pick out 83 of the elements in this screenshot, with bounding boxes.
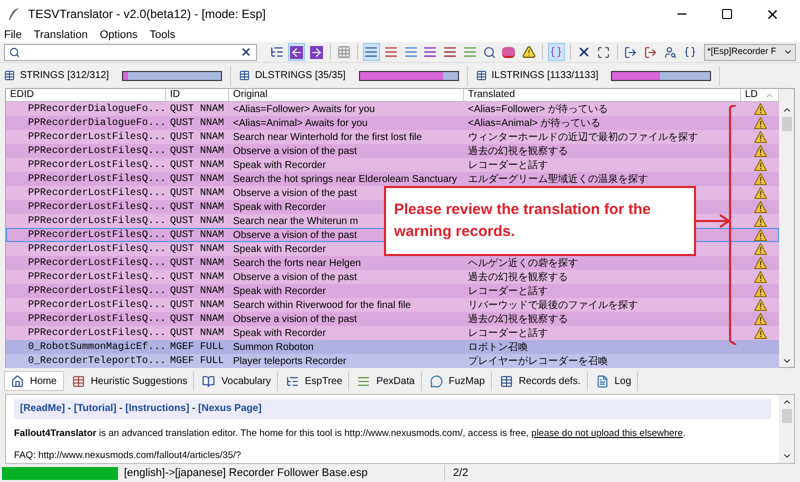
table-cell: 過去の幻視を観察する xyxy=(468,314,568,324)
table-cell: QUST NNAM xyxy=(170,174,224,184)
table-cell: PPRecorderLostFilesQ... xyxy=(28,300,166,310)
table-cell: Search the hot springs near Elderoleam Sanctuary xyxy=(233,174,458,184)
strings-label: ILSTRINGS [1133/1133] xyxy=(492,69,598,83)
table-cell: PPRecorderLostFilesQ... xyxy=(28,160,166,170)
table-cell: プレイヤーがレコーダーを召喚 xyxy=(468,356,608,366)
status-file: [english]->[japanese] Recorder Follower Base.esp xyxy=(124,466,369,481)
status-count: 2/2 xyxy=(444,464,484,482)
table-cell: <Alias=Follower> Awaits for you xyxy=(233,104,375,114)
table-cell: PPRecorderLostFilesQ... xyxy=(28,286,166,296)
table-cell: QUST NNAM xyxy=(170,300,224,310)
table-cell: Observe a vision of the past xyxy=(233,314,357,324)
table-cell: QUST NNAM xyxy=(170,104,224,114)
table-cell: PPRecorderLostFilesQ... xyxy=(28,216,166,226)
separator-text: - xyxy=(66,402,72,416)
separator-text: - xyxy=(191,402,196,416)
table-cell: QUST NNAM xyxy=(170,202,224,212)
table-cell: PPRecorderDialogueFo... xyxy=(28,118,166,128)
table-cell: PPRecorderLostFilesQ... xyxy=(28,328,166,338)
table-cell: QUST NNAM xyxy=(170,244,224,254)
table-cell: Observe a vision of the past xyxy=(233,188,357,198)
table-cell: QUST NNAM xyxy=(170,230,224,240)
table-cell: Search near Winterhold for the first lost file xyxy=(233,132,422,142)
strings-label: STRINGS [312/312] xyxy=(20,69,109,83)
table-cell: PPRecorderLostFilesQ... xyxy=(28,244,166,254)
table-cell: PPRecorderLostFilesQ... xyxy=(28,272,166,282)
table-cell: 0_RecorderTeleportTo... xyxy=(28,356,166,366)
table-cell: Search within Riverwood for the final file xyxy=(233,300,411,310)
table-cell: Observe a vision of the past xyxy=(233,230,357,240)
table-cell: ヘルゲン近くの砦を探す xyxy=(468,258,578,268)
table-cell: Observe a vision of the past xyxy=(233,146,357,156)
annotation-text: Please review the translation for the warning records. xyxy=(394,200,652,242)
table-cell: PPRecorderLostFilesQ... xyxy=(28,132,166,142)
table-cell: ロボトン召喚 xyxy=(468,342,528,352)
table-cell: Search near the Whiterun m xyxy=(233,216,358,226)
table-cell: QUST NNAM xyxy=(170,328,224,338)
table-cell: QUST NNAM xyxy=(170,146,224,156)
table-cell: レコーダーと話す xyxy=(468,328,548,338)
table-cell: <Alias=Follower> が待っている xyxy=(468,104,608,114)
table-cell: Player teleports Recorder xyxy=(233,356,346,366)
table-cell: MGEF FULL xyxy=(170,342,224,352)
faq-text: FAQ: http://www.nexusmods.com/fallout4/articles/35/? xyxy=(14,448,242,463)
table-cell: <Alias=Animal> が待っている xyxy=(468,118,601,128)
table-cell: PPRecorderLostFilesQ... xyxy=(28,258,166,268)
table-cell: QUST NNAM xyxy=(170,286,224,296)
table-cell: PPRecorderLostFilesQ... xyxy=(28,174,166,184)
table-cell: リバーウッドで最後のファイルを探す xyxy=(468,300,638,310)
table-cell: Observe a vision of the past xyxy=(233,272,357,282)
table-cell: QUST NNAM xyxy=(170,160,224,170)
table-cell: Speak with Recorder xyxy=(233,160,326,170)
table-cell: Speak with Recorder xyxy=(233,328,326,338)
table-cell: PPRecorderLostFilesQ... xyxy=(28,230,166,240)
table-cell: MGEF FULL xyxy=(170,356,224,366)
table-cell: PPRecorderDialogueFo... xyxy=(28,104,166,114)
table-cell: レコーダーと話す xyxy=(468,160,548,170)
table-cell: QUST NNAM xyxy=(170,132,224,142)
intro-paragraph: Fallout4Translator is an advanced translation editor. The home for this tool is http://www.nexusmods.com/, access is free, please do not upload this elsewhere. xyxy=(14,426,686,440)
table-cell: PPRecorderLostFilesQ... xyxy=(28,314,166,324)
table-cell: Search the forts near Helgen xyxy=(233,258,361,268)
table-cell: 0_RobotSummonMagicEf... xyxy=(28,342,166,352)
table-cell: QUST NNAM xyxy=(170,118,224,128)
table-cell: QUST NNAM xyxy=(170,272,224,282)
table-cell: QUST NNAM xyxy=(170,258,224,268)
table-cell: QUST NNAM xyxy=(170,188,224,198)
strings-label: DLSTRINGS [35/35] xyxy=(254,69,346,83)
table-cell: レコーダーと話す xyxy=(468,286,548,296)
table-cell: ウィンターホールドの近辺で最初のファイルを探す xyxy=(468,132,698,142)
table-cell: <Alias=Animal> Awaits for you xyxy=(233,118,368,128)
table-cell: QUST NNAM xyxy=(170,314,224,324)
table-cell: 過去の幻視を観察する xyxy=(468,146,568,156)
table-cell: QUST NNAM xyxy=(170,216,224,226)
separator-text: - xyxy=(118,402,124,416)
table-cell: エルダーグリーム聖域近くの温泉を探す xyxy=(468,174,648,184)
table-cell: PPRecorderLostFilesQ... xyxy=(28,202,166,212)
table-cell: PPRecorderLostFilesQ... xyxy=(28,188,166,198)
table-cell: 過去の幻視を観察する xyxy=(468,272,568,282)
table-cell: Summon Roboton xyxy=(233,342,314,352)
table-cell: Speak with Recorder xyxy=(233,244,326,254)
window-title: TESVTranslator - v2.0(beta12) - [mode: Esp] xyxy=(28,6,266,23)
table-cell: PPRecorderLostFilesQ... xyxy=(28,146,166,156)
table-cell: Speak with Recorder xyxy=(233,202,326,212)
table-cell: Speak with Recorder xyxy=(233,286,326,296)
